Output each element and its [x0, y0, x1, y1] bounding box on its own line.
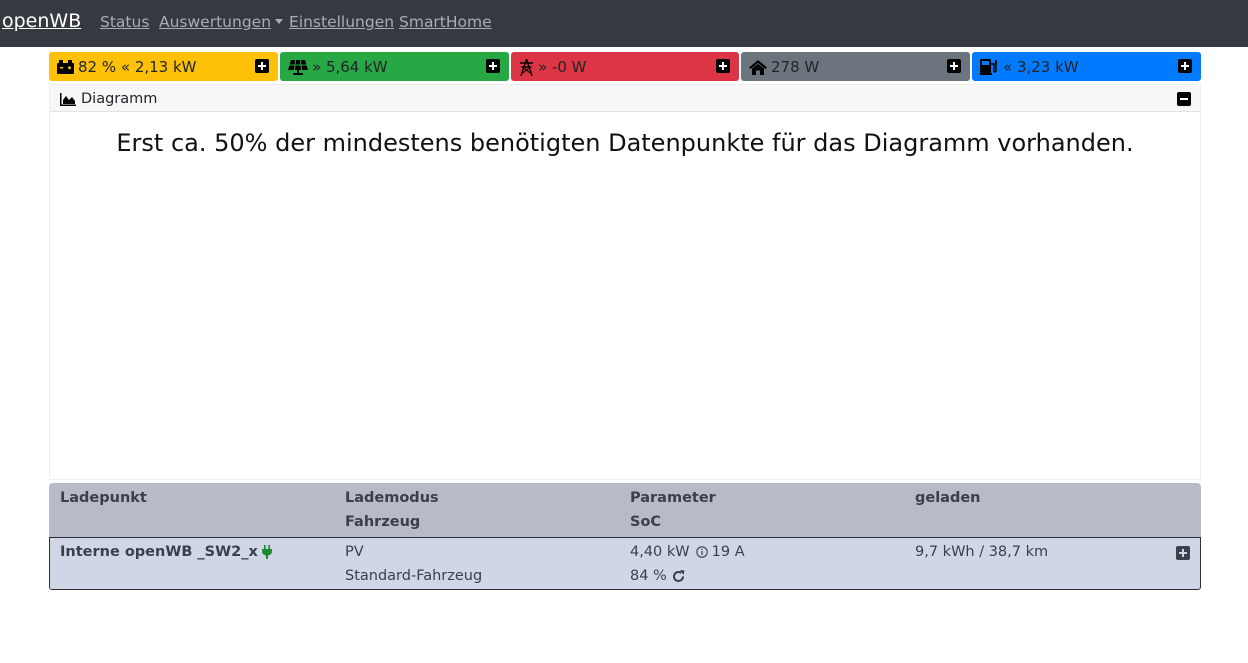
- soc-cell: 84 %: [630, 568, 685, 584]
- charge-box[interactable]: « 3,23 kW: [972, 52, 1201, 81]
- soc-value: 84 %: [630, 568, 667, 584]
- nav-smarthome[interactable]: SmartHome: [399, 13, 492, 31]
- header-lademodus: Lademodus: [345, 490, 439, 506]
- diagram-collapse-button[interactable]: [1177, 92, 1191, 106]
- area-chart-icon: [60, 92, 76, 106]
- pv-expand-button[interactable]: [486, 59, 500, 73]
- pv-value: » 5,64 kW: [312, 58, 388, 76]
- car-battery-icon: [57, 60, 74, 74]
- current-value: 19 A: [711, 544, 745, 560]
- charge-value: « 3,23 kW: [1003, 58, 1079, 76]
- plug-icon: [261, 545, 272, 559]
- status-boxes: 82 % « 2,13 kW » 5,64 kW » -0 W 278 W « …: [49, 52, 1201, 82]
- header-fahrzeug: Fahrzeug: [345, 514, 421, 530]
- nav-auswertungen[interactable]: Auswertungen: [159, 13, 284, 31]
- nav-status[interactable]: Status: [100, 13, 149, 31]
- battery-value: 82 % « 2,13 kW: [78, 58, 197, 76]
- battery-expand-button[interactable]: [255, 59, 269, 73]
- charging-station-icon: [980, 59, 997, 75]
- chargepoint-name: Interne openWB _SW2_x: [60, 544, 258, 560]
- mode-value: PV: [345, 544, 364, 560]
- charged-value: 9,7 kWh / 38,7 km: [915, 544, 1049, 560]
- grid-expand-button[interactable]: [716, 59, 730, 73]
- vehicle-value: Standard-Fahrzeug: [345, 568, 483, 584]
- charge-expand-button[interactable]: [1178, 59, 1192, 73]
- navbar: openWB Status Auswertungen Einstellungen…: [0, 0, 1248, 47]
- battery-box[interactable]: 82 % « 2,13 kW: [49, 52, 278, 81]
- header-parameter: Parameter: [630, 490, 716, 506]
- diagram-title: Diagramm: [81, 91, 158, 107]
- house-expand-button[interactable]: [947, 59, 961, 73]
- header-ladepunkt: Ladepunkt: [60, 490, 147, 506]
- table-row[interactable]: Interne openWB _SW2_x PV Standard-Fahrze…: [49, 537, 1201, 590]
- parameter-cell: 4,40 kW 19 A: [630, 544, 745, 560]
- caret-down-icon: [275, 19, 284, 24]
- house-icon: [749, 59, 767, 75]
- pv-box[interactable]: » 5,64 kW: [280, 52, 509, 81]
- house-value: 278 W: [771, 58, 820, 76]
- nav-auswertungen-label: Auswertungen: [159, 13, 272, 31]
- header-geladen: geladen: [915, 490, 981, 506]
- power-value: 4,40 kW: [630, 544, 690, 560]
- grid-value: » -0 W: [538, 58, 587, 76]
- diagram-message: Erst ca. 50% der mindestens benötigten D…: [116, 129, 1134, 157]
- diagram-card: Diagramm Erst ca. 50% der mindestens ben…: [49, 84, 1201, 480]
- info-circle-icon: [695, 546, 708, 558]
- power-tower-icon: [520, 58, 533, 76]
- row-expand-button[interactable]: [1176, 546, 1190, 560]
- header-soc: SoC: [630, 514, 662, 530]
- diagram-card-header[interactable]: Diagramm: [50, 85, 1200, 112]
- refresh-icon[interactable]: [672, 569, 685, 583]
- nav-einstellungen[interactable]: Einstellungen: [289, 13, 394, 31]
- chargepoint-table: Ladepunkt Lademodus Fahrzeug Parameter S…: [49, 483, 1201, 590]
- brand-link[interactable]: openWB: [2, 10, 81, 32]
- grid-box[interactable]: » -0 W: [511, 52, 739, 81]
- chargepoint-name-cell: Interne openWB _SW2_x: [60, 544, 272, 560]
- table-header: Ladepunkt Lademodus Fahrzeug Parameter S…: [49, 483, 1201, 537]
- house-box[interactable]: 278 W: [741, 52, 970, 81]
- solar-panel-icon: [288, 59, 308, 75]
